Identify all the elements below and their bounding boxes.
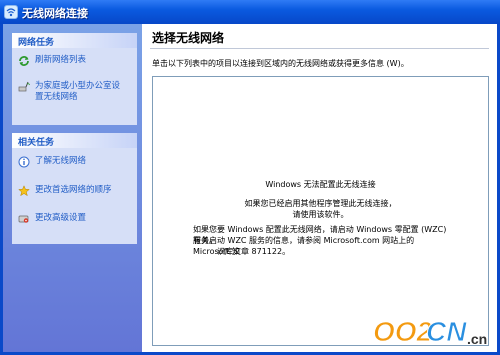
title-bar[interactable]: 无线网络连接 [0, 0, 500, 24]
site-watermark: OO2 CN .cn [373, 316, 488, 348]
change-preferred-order-label: 更改首选网络的顺序 [35, 185, 112, 195]
star-icon [18, 185, 30, 197]
change-advanced-settings-link[interactable]: 更改高级设置 [18, 213, 86, 225]
message-line-3c: 识库文章 871122。 [217, 247, 291, 256]
change-advanced-settings-label: 更改高级设置 [35, 213, 87, 223]
wireless-network-list[interactable]: Windows 无法配置此无线连接 如果您已经启用其他程序管理此无线连接， 请使… [152, 76, 489, 346]
learn-wireless-link[interactable]: 了解无线网络 [18, 156, 86, 168]
related-tasks-group: 相关任务 了解无线网络 更改首选网络的顺序 更改高级设置 [12, 133, 137, 244]
change-preferred-order-link[interactable]: 更改首选网络的顺序 [18, 185, 112, 197]
setup-home-network-label: 为家庭或小型办公室设 置无线网络 [35, 81, 120, 103]
info-icon [18, 156, 30, 168]
message-line-2b: 请使用该软件。 [292, 210, 349, 219]
wireless-network-icon [4, 5, 18, 19]
wireless-setup-icon [18, 81, 30, 93]
refresh-network-list-label: 刷新网络列表 [35, 55, 87, 65]
learn-wireless-label: 了解无线网络 [35, 156, 87, 166]
setup-home-network-link[interactable]: 为家庭或小型办公室设 置无线网络 [18, 81, 120, 103]
network-tasks-header[interactable]: 网络任务 [12, 33, 137, 48]
page-title: 选择无线网络 [152, 31, 225, 45]
message-title: Windows 无法配置此无线连接 [265, 180, 376, 189]
watermark-text-mid: CN [426, 316, 467, 347]
refresh-icon [18, 55, 30, 67]
watermark-text-right: .cn [467, 331, 487, 347]
setup-label-line2: 置无线网络 [35, 92, 78, 102]
message-line-2a: 如果您已经启用其他程序管理此无线连接， [244, 199, 397, 208]
wireless-network-window: 无线网络连接 网络任务 刷新网络列表 为家庭或小型办公室设 置无线网络 相关任务… [0, 0, 500, 355]
network-tasks-group: 网络任务 刷新网络列表 为家庭或小型办公室设 置无线网络 [12, 33, 137, 125]
main-content: 选择无线网络 单击以下列表中的项目以连接到区域内的无线网络或获得更多信息 (W)… [142, 24, 497, 352]
window-title: 无线网络连接 [22, 7, 88, 20]
setup-label-line1: 为家庭或小型办公室设 [35, 81, 121, 91]
settings-icon [18, 213, 30, 225]
divider [150, 48, 489, 49]
refresh-network-list-link[interactable]: 刷新网络列表 [18, 55, 86, 67]
watermark-text-left: OO2 [373, 316, 433, 347]
related-tasks-header[interactable]: 相关任务 [12, 133, 137, 148]
task-pane: 网络任务 刷新网络列表 为家庭或小型办公室设 置无线网络 相关任务 了解无线网络… [3, 24, 142, 352]
instruction-text: 单击以下列表中的项目以连接到区域内的无线网络或获得更多信息 (W)。 [152, 59, 409, 68]
